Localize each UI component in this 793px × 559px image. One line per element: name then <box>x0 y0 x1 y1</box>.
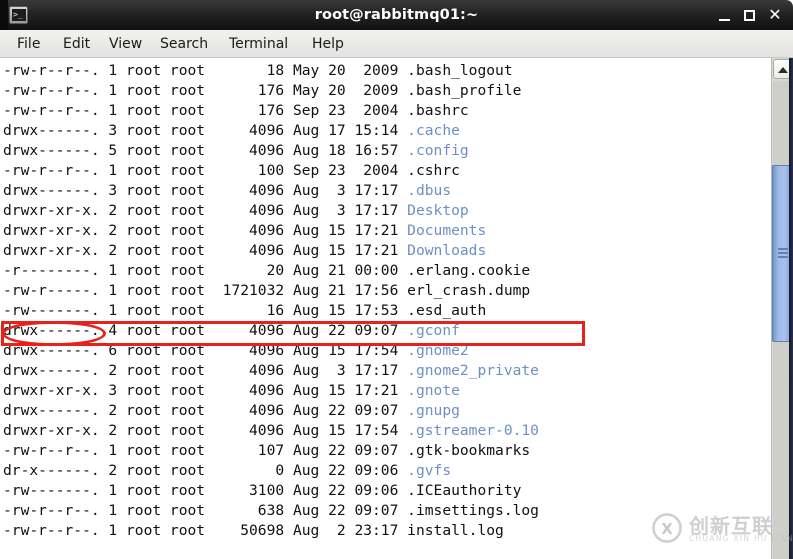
menu-item-label: View <box>109 36 142 52</box>
terminal-line: drwxr-xr-x. 2 root root 4096 Aug 15 17:2… <box>3 221 771 241</box>
terminal-line: drwxr-xr-x. 3 root root 4096 Aug 15 17:2… <box>3 381 771 401</box>
file-name: .ICEauthority <box>407 482 521 499</box>
file-metadata: drwxr-xr-x. 2 root root 4096 Aug 3 17:17 <box>3 202 407 219</box>
file-metadata: drwx------. 6 root root 4096 Aug 15 17:5… <box>3 342 407 359</box>
menu-item-label: Terminal <box>229 36 288 52</box>
terminal-line: drwx------. 3 root root 4096 Aug 17 15:1… <box>3 121 771 141</box>
file-metadata: -rw-r--r--. 1 root root 50698 Aug 2 23:1… <box>3 522 407 539</box>
directory-name: .cache <box>407 122 460 139</box>
menu-bar: File Edit View Search Terminal Help <box>0 30 793 58</box>
terminal-line: -rw-r--r--. 1 root root 50698 Aug 2 23:1… <box>3 521 771 541</box>
file-name: .bash_profile <box>407 82 521 99</box>
terminal-line: drwx------. 3 root root 4096 Aug 3 17:17… <box>3 181 771 201</box>
directory-name: .gnome2_private <box>407 362 539 379</box>
file-metadata: -rw-r--r--. 1 root root 638 Aug 22 09:07 <box>3 502 407 519</box>
file-name: .bashrc <box>407 102 469 119</box>
terminal-line: drwx------. 2 root root 4096 Aug 22 09:0… <box>3 401 771 421</box>
file-metadata: drwx------. 3 root root 4096 Aug 17 15:1… <box>3 122 407 139</box>
file-metadata: -rw-r--r--. 1 root root 176 May 20 2009 <box>3 82 407 99</box>
file-metadata: -rw-r--r--. 1 root root 18 May 20 2009 <box>3 62 407 79</box>
menu-item-search[interactable]: Search <box>155 33 213 55</box>
file-metadata: drwx------. 2 root root 4096 Aug 3 17:17 <box>3 362 407 379</box>
minimize-icon <box>719 19 730 21</box>
file-name: .cshrc <box>407 162 460 179</box>
terminal-line: -rw-------. 1 root root 3100 Aug 22 09:0… <box>3 481 771 501</box>
menu-item-view[interactable]: View <box>104 33 147 55</box>
file-metadata: drwx------. 3 root root 4096 Aug 3 17:17 <box>3 182 407 199</box>
close-icon: ✕ <box>768 5 781 24</box>
directory-name: .dbus <box>407 182 451 199</box>
terminal-line: -rw-r--r--. 1 root root 176 Sep 23 2004 … <box>3 101 771 121</box>
file-metadata: drwx------. 5 root root 4096 Aug 18 16:5… <box>3 142 407 159</box>
file-metadata: dr-x------. 2 root root 0 Aug 22 09:06 <box>3 462 407 479</box>
directory-name: Downloads <box>407 242 486 259</box>
directory-name: .gnome2 <box>407 342 469 359</box>
file-metadata: -rw-r-----. 1 root root 1721032 Aug 21 1… <box>3 282 407 299</box>
file-metadata: drwxr-xr-x. 2 root root 4096 Aug 15 17:2… <box>3 222 407 239</box>
file-metadata: drwxr-xr-x. 2 root root 4096 Aug 15 17:2… <box>3 242 407 259</box>
terminal-line: drwx------. 5 root root 4096 Aug 18 16:5… <box>3 141 771 161</box>
terminal-line: drwxr-xr-x. 2 root root 4096 Aug 15 17:5… <box>3 421 771 441</box>
terminal-screen[interactable]: -rw-r--r--. 1 root root 18 May 20 2009 .… <box>0 58 771 559</box>
terminal-line: -rw-------. 1 root root 16 Aug 15 17:53 … <box>3 301 771 321</box>
file-name: install.log <box>407 522 504 539</box>
terminal-line: -rw-r--r--. 1 root root 18 May 20 2009 .… <box>3 61 771 81</box>
chevron-up-icon <box>778 67 788 73</box>
file-metadata: drwx------. 4 root root 4096 Aug 22 09:0… <box>3 322 407 339</box>
terminal-line: drwxr-xr-x. 2 root root 4096 Aug 15 17:2… <box>3 241 771 261</box>
directory-name: Desktop <box>407 202 469 219</box>
menu-item-label: Help <box>312 36 344 52</box>
terminal-window: >_ root@rabbitmq01:~ ✕ File Edit View Searc… <box>0 0 793 559</box>
terminal-line: -rw-r--r--. 1 root root 100 Sep 23 2004 … <box>3 161 771 181</box>
terminal-line: -rw-r-----. 1 root root 1721032 Aug 21 1… <box>3 281 771 301</box>
window-title: root@rabbitmq01:~ <box>0 0 793 30</box>
directory-name: Documents <box>407 222 486 239</box>
file-metadata: drwx------. 2 root root 4096 Aug 22 09:0… <box>3 402 407 419</box>
scrollbar-grip-icon <box>778 248 788 258</box>
maximize-icon <box>744 10 755 21</box>
file-name: erl_crash.dump <box>407 282 530 299</box>
terminal-line: -r--------. 1 root root 20 Aug 21 00:00 … <box>3 261 771 281</box>
menu-item-label: File <box>17 36 40 52</box>
title-bar: >_ root@rabbitmq01:~ ✕ <box>0 0 793 30</box>
menu-item-help[interactable]: Help <box>307 33 349 55</box>
file-name: .erlang.cookie <box>407 262 530 279</box>
maximize-button[interactable] <box>737 0 761 30</box>
file-metadata: -r--------. 1 root root 20 Aug 21 00:00 <box>3 262 407 279</box>
terminal-line: -rw-r--r--. 1 root root 107 Aug 22 09:07… <box>3 441 771 461</box>
directory-name: .gconf <box>407 322 460 339</box>
menu-item-file[interactable]: File <box>12 33 45 55</box>
file-name: .bash_logout <box>407 62 512 79</box>
menu-item-label: Edit <box>63 36 90 52</box>
directory-name: .gnote <box>407 382 460 399</box>
file-metadata: -rw-r--r--. 1 root root 176 Sep 23 2004 <box>3 102 407 119</box>
terminal-line: drwx------. 2 root root 4096 Aug 3 17:17… <box>3 361 771 381</box>
file-metadata: -rw-r--r--. 1 root root 107 Aug 22 09:07 <box>3 442 407 459</box>
window-right-border <box>789 58 793 559</box>
file-name: .esd_auth <box>407 302 486 319</box>
directory-name: .gstreamer-0.10 <box>407 422 539 439</box>
file-name: .imsettings.log <box>407 502 539 519</box>
terminal-line: drwx------. 6 root root 4096 Aug 15 17:5… <box>3 341 771 361</box>
terminal-line: -rw-r--r--. 1 root root 638 Aug 22 09:07… <box>3 501 771 521</box>
terminal-line: drwxr-xr-x. 2 root root 4096 Aug 3 17:17… <box>3 201 771 221</box>
file-metadata: -rw-------. 1 root root 16 Aug 15 17:53 <box>3 302 407 319</box>
menu-item-terminal[interactable]: Terminal <box>224 33 293 55</box>
directory-name: .config <box>407 142 469 159</box>
file-metadata: drwxr-xr-x. 3 root root 4096 Aug 15 17:2… <box>3 382 407 399</box>
terminal-line: drwx------. 4 root root 4096 Aug 22 09:0… <box>3 321 771 341</box>
file-name: .gtk-bookmarks <box>407 442 530 459</box>
directory-name: .gnupg <box>407 402 460 419</box>
menu-item-edit[interactable]: Edit <box>58 33 95 55</box>
terminal-line: dr-x------. 2 root root 0 Aug 22 09:06 .… <box>3 461 771 481</box>
minimize-button[interactable] <box>712 0 736 30</box>
file-metadata: -rw-------. 1 root root 3100 Aug 22 09:0… <box>3 482 407 499</box>
file-metadata: drwxr-xr-x. 2 root root 4096 Aug 15 17:5… <box>3 422 407 439</box>
directory-name: .gvfs <box>407 462 451 479</box>
close-button[interactable]: ✕ <box>763 0 787 30</box>
file-metadata: -rw-r--r--. 1 root root 100 Sep 23 2004 <box>3 162 407 179</box>
menu-item-label: Search <box>160 36 208 52</box>
terminal-line: -rw-r--r--. 1 root root 176 May 20 2009 … <box>3 81 771 101</box>
terminal-output: -rw-r--r--. 1 root root 18 May 20 2009 .… <box>3 61 771 541</box>
